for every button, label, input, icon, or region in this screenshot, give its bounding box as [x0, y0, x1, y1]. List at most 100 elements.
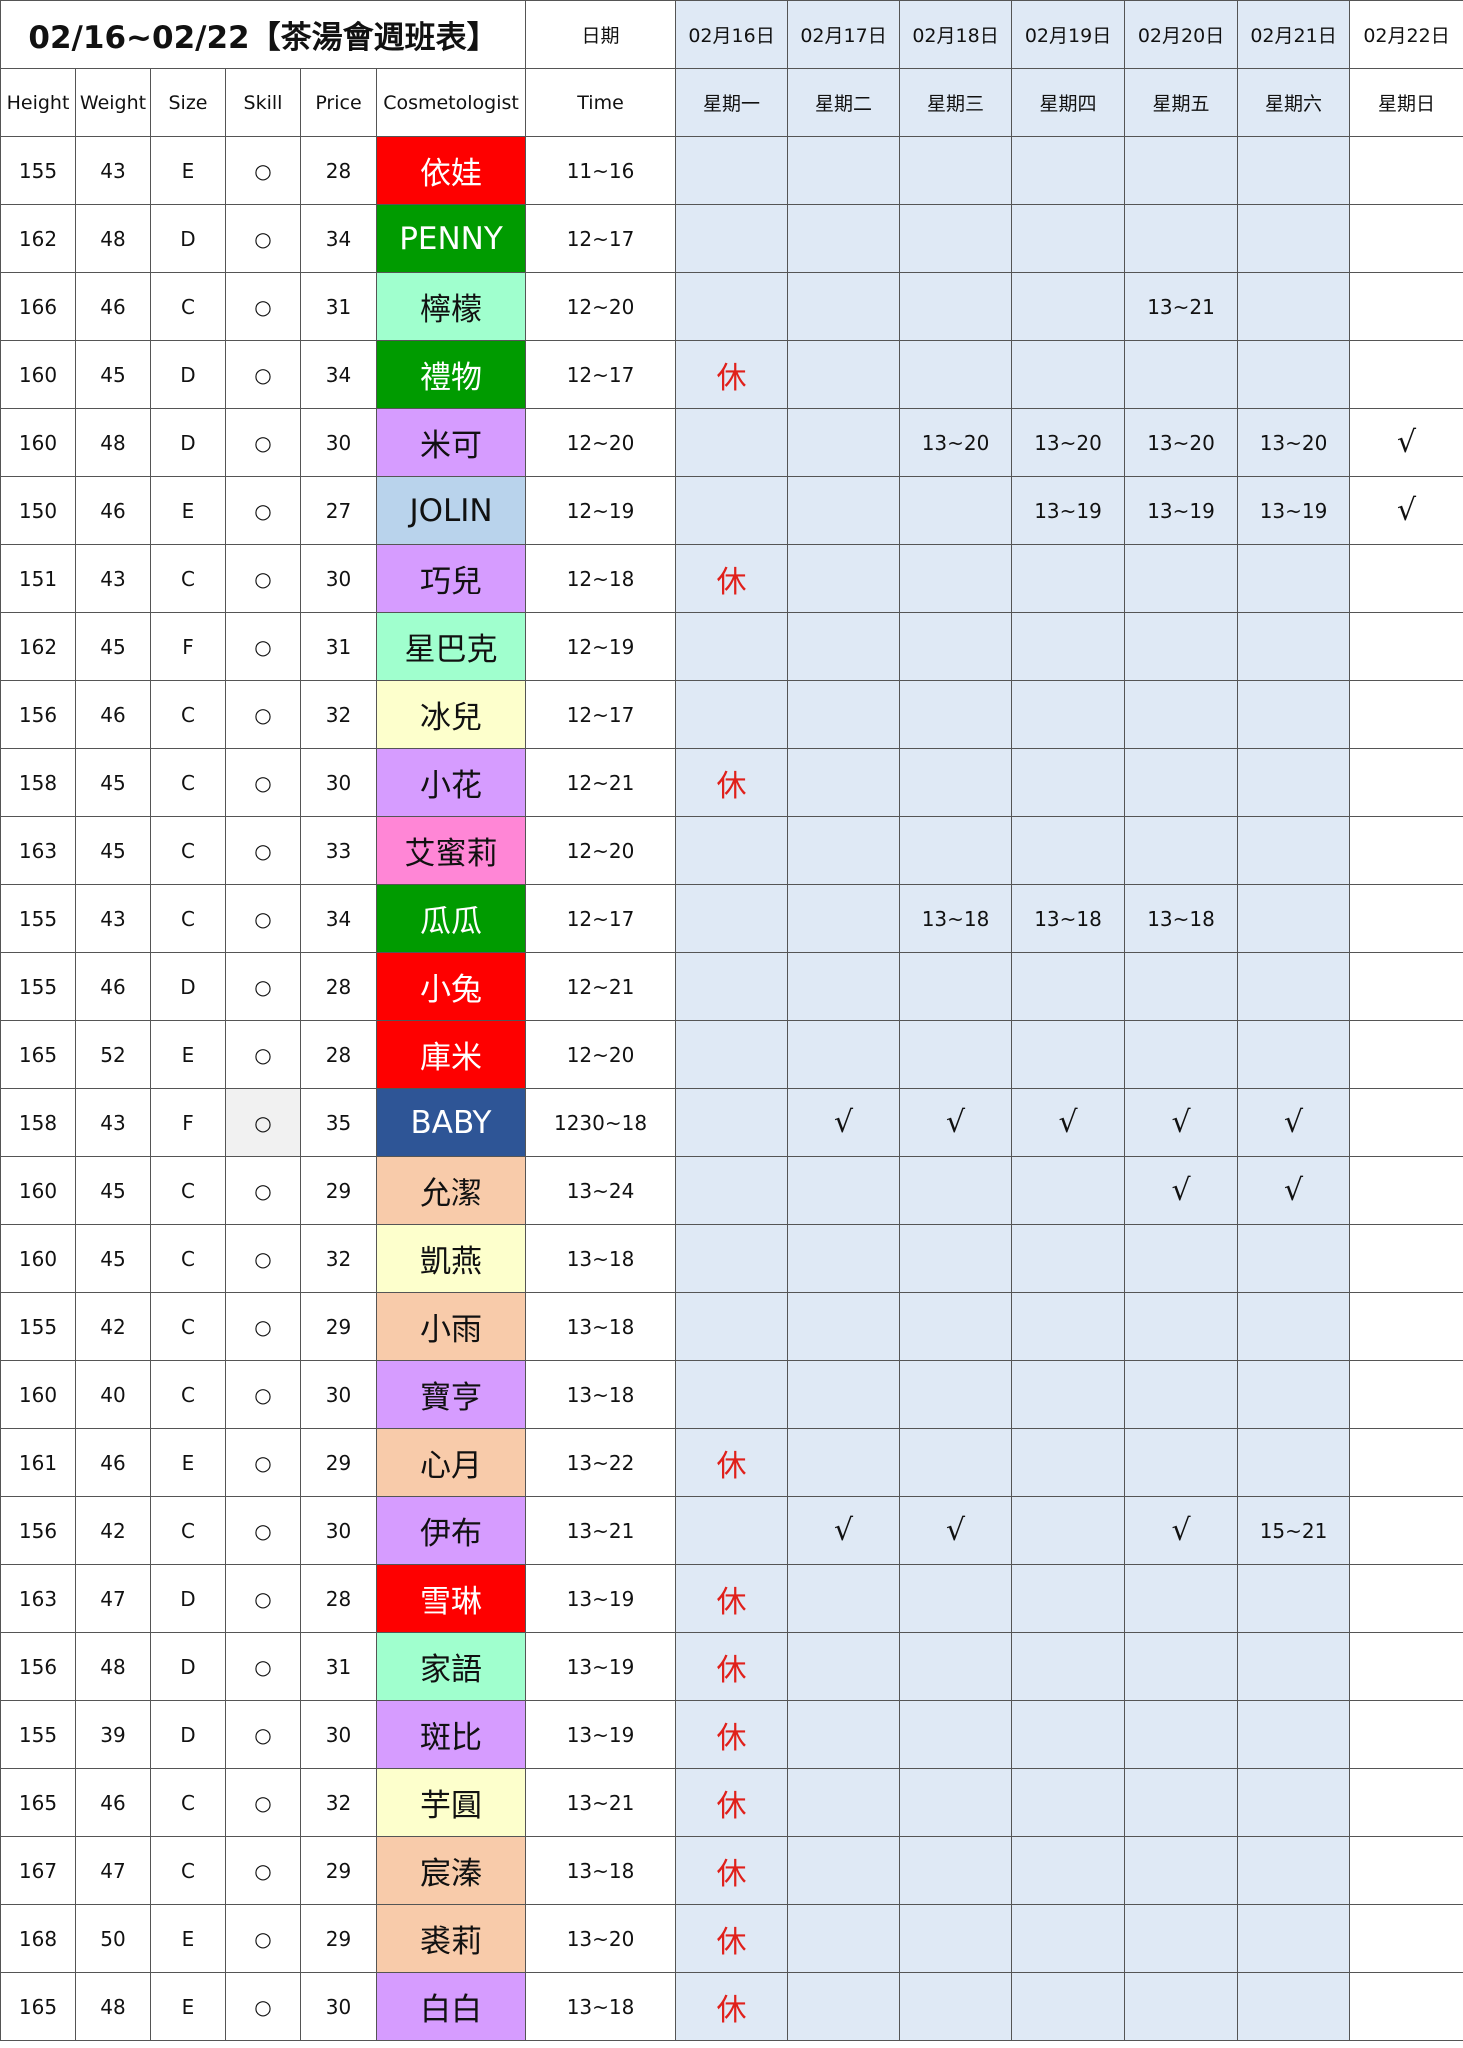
cell-price: 32	[300, 680, 377, 749]
cell-skill: ○	[225, 1700, 301, 1769]
table-row: 160 40 C ○ 30 寶亨 13~18	[0, 1360, 1463, 1429]
cell-height: 160	[0, 1360, 76, 1429]
cell-weight: 47	[75, 1836, 151, 1905]
table-row: 166 46 C ○ 31 檸檬 12~20 13~21	[0, 272, 1463, 341]
cell-price: 30	[300, 1972, 377, 2041]
day-cell	[1011, 1564, 1126, 1633]
day-cell	[1349, 1632, 1463, 1701]
day-cell	[899, 136, 1013, 205]
cell-price: 29	[300, 1156, 377, 1225]
day-cell	[1349, 544, 1463, 613]
day-cell	[1349, 1360, 1463, 1429]
cell-time: 13~21	[525, 1768, 677, 1837]
cell-skill: ○	[225, 1428, 301, 1497]
cell-size: C	[150, 1836, 226, 1905]
day-cell	[1124, 1972, 1239, 2041]
date-header-1: 02月17日	[787, 0, 901, 69]
cell-height: 150	[0, 476, 76, 545]
day-cell	[1124, 544, 1239, 613]
cell-weight: 42	[75, 1496, 151, 1565]
day-cell	[787, 340, 901, 409]
day-cell	[675, 680, 789, 749]
cell-price: 32	[300, 1224, 377, 1293]
cell-size: F	[150, 1088, 226, 1157]
table-row: 165 52 E ○ 28 庫米 12~20	[0, 1020, 1463, 1089]
cell-cosmetologist-name: 白白	[375, 1972, 527, 2041]
table-row: 155 42 C ○ 29 小雨 13~18	[0, 1292, 1463, 1361]
cell-cosmetologist-name: 允潔	[375, 1156, 527, 1225]
cell-cosmetologist-name: 冰兒	[375, 680, 527, 749]
day-cell	[1124, 1428, 1239, 1497]
day-off-mark: 休	[675, 1836, 789, 1905]
cell-size: C	[150, 680, 226, 749]
day-cell	[787, 748, 901, 817]
day-cell	[1237, 544, 1351, 613]
cell-time: 12~17	[525, 884, 677, 953]
day-cell	[1011, 340, 1126, 409]
day-cell	[1237, 204, 1351, 273]
cell-cosmetologist-name: 裘莉	[375, 1904, 527, 1973]
day-cell	[1011, 1700, 1126, 1769]
cell-cosmetologist-name: 星巴克	[375, 612, 527, 681]
cell-height: 165	[0, 1768, 76, 1837]
day-cell	[1237, 1972, 1351, 2041]
cell-size: C	[150, 816, 226, 885]
day-cell	[899, 1360, 1013, 1429]
cell-skill: ○	[225, 1292, 301, 1361]
day-check-mark: √	[1011, 1088, 1126, 1157]
cell-skill: ○	[225, 612, 301, 681]
cell-skill: ○	[225, 340, 301, 409]
cell-time: 12~19	[525, 612, 677, 681]
day-cell	[1349, 1428, 1463, 1497]
day-cell	[787, 476, 901, 545]
cell-height: 160	[0, 340, 76, 409]
cell-skill: ○	[225, 1496, 301, 1565]
cell-height: 163	[0, 816, 76, 885]
day-cell	[1349, 612, 1463, 681]
day-cell	[1237, 1224, 1351, 1293]
cell-weight: 43	[75, 544, 151, 613]
cell-size: D	[150, 1700, 226, 1769]
cell-cosmetologist-name: 心月	[375, 1428, 527, 1497]
day-cell	[675, 408, 789, 477]
cell-height: 158	[0, 748, 76, 817]
cell-skill: ○	[225, 408, 301, 477]
cell-price: 32	[300, 1768, 377, 1837]
day-cell: 13~21	[1124, 272, 1239, 341]
day-cell	[1124, 1224, 1239, 1293]
column-header-weight: Weight	[75, 68, 151, 137]
cell-cosmetologist-name: 小兔	[375, 952, 527, 1021]
day-cell	[787, 680, 901, 749]
cell-height: 161	[0, 1428, 76, 1497]
cell-time: 13~19	[525, 1632, 677, 1701]
day-cell	[787, 1020, 901, 1089]
day-cell	[1124, 1836, 1239, 1905]
cell-height: 155	[0, 884, 76, 953]
cell-price: 28	[300, 136, 377, 205]
day-cell	[1237, 1836, 1351, 1905]
day-cell	[899, 1564, 1013, 1633]
cell-price: 31	[300, 612, 377, 681]
day-cell	[1349, 1904, 1463, 1973]
cell-skill: ○	[225, 1836, 301, 1905]
day-cell	[1349, 952, 1463, 1021]
cell-skill: ○	[225, 1564, 301, 1633]
column-header-skill: Skill	[225, 68, 301, 137]
cell-price: 30	[300, 1700, 377, 1769]
day-cell: 13~18	[899, 884, 1013, 953]
day-cell	[1237, 1564, 1351, 1633]
day-cell	[787, 136, 901, 205]
cell-height: 166	[0, 272, 76, 341]
day-cell	[1237, 748, 1351, 817]
cell-height: 165	[0, 1020, 76, 1089]
day-cell	[1124, 952, 1239, 1021]
cell-time: 13~20	[525, 1904, 677, 1973]
cell-skill: ○	[225, 1768, 301, 1837]
day-check-mark: √	[899, 1496, 1013, 1565]
cell-time: 1230~18	[525, 1088, 677, 1157]
day-cell: 13~20	[899, 408, 1013, 477]
day-cell	[1349, 1700, 1463, 1769]
cell-weight: 48	[75, 1632, 151, 1701]
day-cell	[1349, 204, 1463, 273]
cell-time: 12~20	[525, 408, 677, 477]
